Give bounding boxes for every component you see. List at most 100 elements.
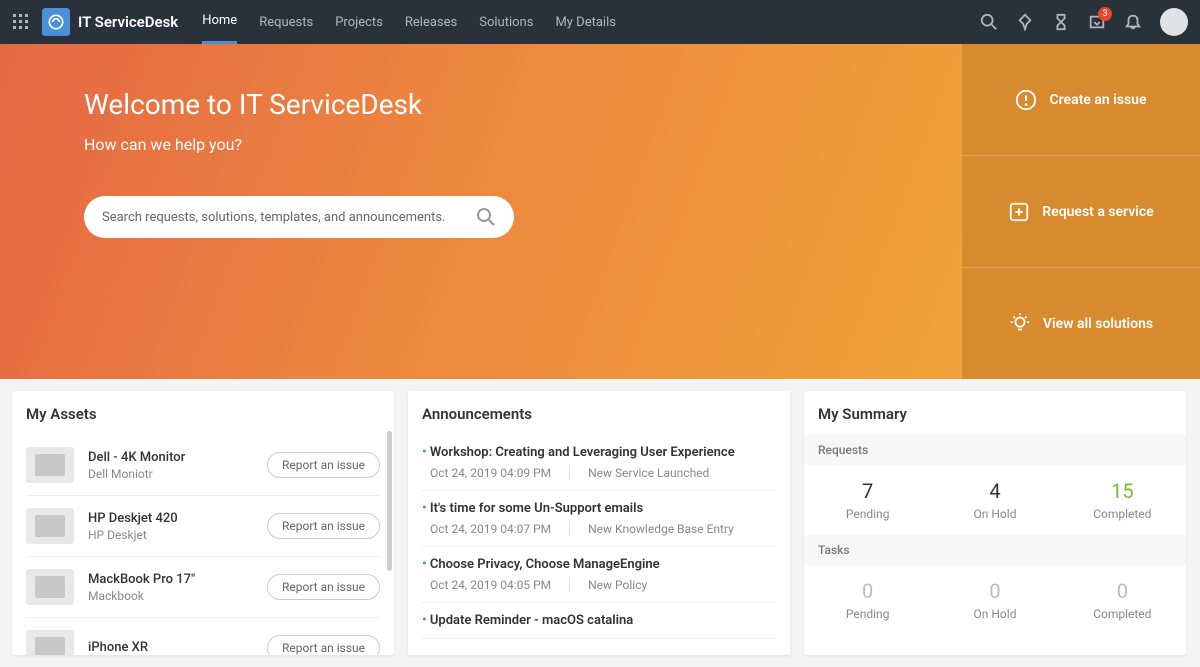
announcement-meta: Oct 24, 2019 04:09 PMNew Service Launche… xyxy=(422,466,776,480)
hero-search[interactable] xyxy=(84,196,514,238)
summary-sections: Requests7Pending4On Hold15CompletedTasks… xyxy=(804,435,1186,635)
search-icon[interactable] xyxy=(980,13,998,31)
stat-value: 0 xyxy=(804,579,931,603)
app-title: IT ServiceDesk xyxy=(78,13,178,31)
plus-icon xyxy=(1008,201,1030,223)
summary-section-header: Requests xyxy=(804,435,1186,465)
summary-section-requests: Requests 7 Pending4 On Hold15 Completed xyxy=(804,435,1186,535)
asset-subtitle: Dell Moniotr xyxy=(88,467,267,481)
apps-icon[interactable] xyxy=(12,13,30,31)
asset-name: MackBook Pro 17" xyxy=(88,572,267,587)
inbox-badge: 3 xyxy=(1098,7,1112,21)
asset-subtitle: Mackbook xyxy=(88,589,267,603)
action-view-all-solutions[interactable]: View all solutions xyxy=(962,268,1200,379)
scrollbar[interactable] xyxy=(387,431,392,571)
nav-requests[interactable]: Requests xyxy=(259,0,313,44)
stat-value: 7 xyxy=(804,479,931,503)
asset-row: HP Deskjet 420 HP DeskjetReport an issue xyxy=(26,496,380,557)
asset-thumbnail xyxy=(26,508,74,544)
my-assets-card: My Assets Dell - 4K MonitorDell MoniotrR… xyxy=(12,391,394,655)
summary-section-tasks: Tasks0Pending0On Hold0Completed xyxy=(804,535,1186,635)
announcement-title[interactable]: Workshop: Creating and Leveraging User E… xyxy=(422,445,776,460)
hourglass-icon[interactable] xyxy=(1052,13,1070,31)
announcement-category: New Service Launched xyxy=(588,466,709,480)
asset-thumbnail xyxy=(26,447,74,483)
user-avatar[interactable] xyxy=(1160,8,1188,36)
search-input[interactable] xyxy=(102,210,476,225)
app-logo[interactable] xyxy=(42,8,70,36)
stat-on-hold[interactable]: 4 On Hold xyxy=(931,479,1058,521)
bulb-icon xyxy=(1009,313,1031,335)
stat-pending[interactable]: 0 Pending xyxy=(804,579,931,621)
stat-pending[interactable]: 7 Pending xyxy=(804,479,931,521)
announcement-meta: Oct 24, 2019 04:05 PM New Policy xyxy=(422,578,776,592)
inbox-icon[interactable]: 3 xyxy=(1088,13,1106,31)
announcements-list: Workshop: Creating and Leveraging User E… xyxy=(408,435,790,639)
asset-info: iPhone XR xyxy=(88,640,267,656)
announcement-category: New Policy xyxy=(588,578,647,592)
announcement-date: Oct 24, 2019 04:05 PM xyxy=(430,578,570,592)
asset-row: MackBook Pro 17" MackbookReport an issue xyxy=(26,557,380,618)
announcement-row: Choose Privacy, Choose ManageEngine Oct 2… xyxy=(422,547,776,603)
bell-icon[interactable] xyxy=(1124,13,1142,31)
stat-value: 0 xyxy=(931,579,1058,603)
pin-icon[interactable] xyxy=(1016,13,1034,31)
stat-label: Pending xyxy=(804,607,931,621)
alert-icon xyxy=(1015,89,1037,111)
hero-actions: Create an issue Request a service View all… xyxy=(962,44,1200,379)
announcement-meta: Oct 24, 2019 04:07 PM New Knowledge Base … xyxy=(422,522,776,536)
summary-stats-row: 0Pending0On Hold0Completed xyxy=(804,565,1186,635)
summary-stats-row: 7 Pending4 On Hold15 Completed xyxy=(804,465,1186,535)
stat-value: 0 xyxy=(1059,579,1186,603)
asset-name: Dell - 4K Monitor xyxy=(88,450,267,465)
stat-value: 15 xyxy=(1059,479,1186,503)
nav-solutions[interactable]: Solutions xyxy=(479,0,533,44)
nav-releases[interactable]: Releases xyxy=(405,0,457,44)
announcement-date: Oct 24, 2019 04:07 PM xyxy=(430,522,570,536)
top-header: IT ServiceDesk Home Requests Projects Relea… xyxy=(0,0,1200,44)
asset-subtitle: HP Deskjet xyxy=(88,528,267,542)
my-assets-title: My Assets xyxy=(12,391,394,435)
report-issue-button[interactable]: Report an issue xyxy=(267,574,380,600)
action-label: View all solutions xyxy=(1043,316,1153,332)
stat-label: Completed xyxy=(1059,507,1186,521)
asset-list: Dell - 4K MonitorDell MoniotrReport an i… xyxy=(12,435,394,655)
announcements-title: Announcements xyxy=(408,391,790,435)
asset-info: HP Deskjet 420 HP Deskjet xyxy=(88,511,267,542)
stat-label: Pending xyxy=(804,507,931,521)
action-request-a-service[interactable]: Request a service xyxy=(962,156,1200,268)
report-issue-button[interactable]: Report an issue xyxy=(267,452,380,478)
action-label: Request a service xyxy=(1042,204,1153,220)
announcement-row: Workshop: Creating and Leveraging User E… xyxy=(422,435,776,491)
action-create-an-issue[interactable]: Create an issue xyxy=(962,44,1200,156)
my-summary-title: My Summary xyxy=(804,391,1186,435)
asset-name: HP Deskjet 420 xyxy=(88,511,267,526)
search-button-icon[interactable] xyxy=(476,207,496,227)
my-summary-card: My Summary Requests7Pending4On Hold15Com… xyxy=(804,391,1186,655)
stat-completed[interactable]: 15 Completed xyxy=(1059,479,1186,521)
stat-label: On Hold xyxy=(931,507,1058,521)
main-nav: Home Requests Projects Releases Solutions My … xyxy=(202,0,616,44)
hero-subtitle: How can we help you? xyxy=(84,135,962,154)
hero-welcome: Welcome to IT ServiceDesk How can we hel… xyxy=(0,44,962,379)
stat-on-hold[interactable]: 0 On Hold xyxy=(931,579,1058,621)
stat-completed[interactable]: 0 Completed xyxy=(1059,579,1186,621)
stat-value: 4 xyxy=(931,479,1058,503)
announcement-title[interactable]: Choose Privacy, Choose ManageEngine xyxy=(422,557,776,572)
nav-home[interactable]: Home xyxy=(202,0,237,44)
nav-my-details[interactable]: My Details xyxy=(555,0,616,44)
announcement-category: New Knowledge Base Entry xyxy=(588,522,734,536)
announcement-title[interactable]: Update Reminder - macOS catalina xyxy=(422,613,776,628)
asset-name: iPhone XR xyxy=(88,640,267,655)
announcement-title[interactable]: It's time for some Un-Support emails xyxy=(422,501,776,516)
dashboard-cards: My Assets Dell - 4K MonitorDell MoniotrR… xyxy=(0,379,1200,667)
summary-section-header: Tasks xyxy=(804,535,1186,565)
announcement-row: Update Reminder - macOS catalina xyxy=(422,603,776,639)
report-issue-button[interactable]: Report an issue xyxy=(267,513,380,539)
stat-label: On Hold xyxy=(931,607,1058,621)
asset-info: Dell - 4K Monitor Dell Moniotr xyxy=(88,450,267,481)
nav-projects[interactable]: Projects xyxy=(335,0,383,44)
stat-label: Completed xyxy=(1059,607,1186,621)
report-issue-button[interactable]: Report an issue xyxy=(267,635,380,655)
hero-section: Welcome to IT ServiceDesk How can we hel… xyxy=(0,44,1200,379)
